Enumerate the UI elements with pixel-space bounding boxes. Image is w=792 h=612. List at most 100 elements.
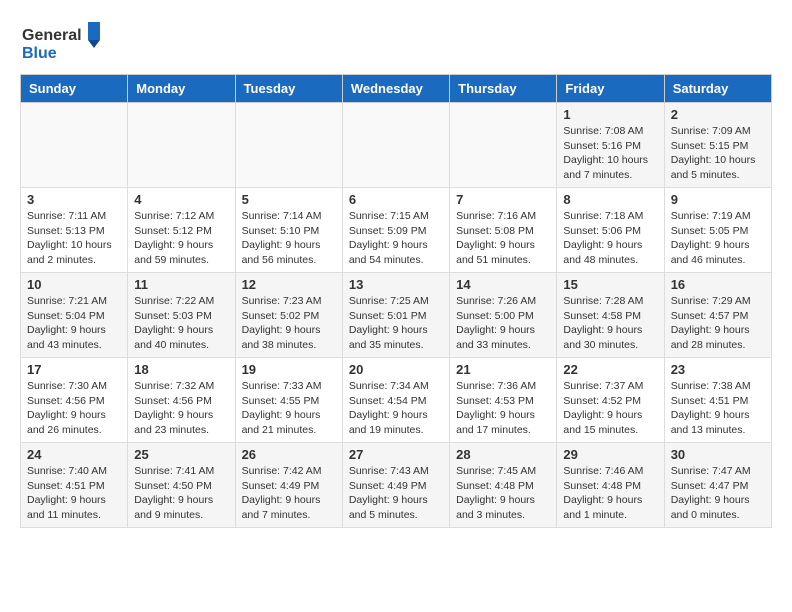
day-number: 29 bbox=[563, 447, 657, 462]
calendar-cell: 16Sunrise: 7:29 AM Sunset: 4:57 PM Dayli… bbox=[664, 273, 771, 358]
calendar-cell: 20Sunrise: 7:34 AM Sunset: 4:54 PM Dayli… bbox=[342, 358, 449, 443]
calendar-cell: 6Sunrise: 7:15 AM Sunset: 5:09 PM Daylig… bbox=[342, 188, 449, 273]
day-number: 12 bbox=[242, 277, 336, 292]
day-number: 11 bbox=[134, 277, 228, 292]
day-info: Sunrise: 7:14 AM Sunset: 5:10 PM Dayligh… bbox=[242, 209, 336, 268]
day-number: 27 bbox=[349, 447, 443, 462]
calendar-cell: 1 Sunrise: 7:08 AM Sunset: 5:16 PM Daylig… bbox=[557, 103, 664, 188]
calendar-cell: 30Sunrise: 7:47 AM Sunset: 4:47 PM Dayli… bbox=[664, 443, 771, 528]
day-info: Sunrise: 7:30 AM Sunset: 4:56 PM Dayligh… bbox=[27, 379, 121, 438]
day-number: 4 bbox=[134, 192, 228, 207]
calendar-cell: 7 Sunrise: 7:16 AM Sunset: 5:08 PM Daylig… bbox=[450, 188, 557, 273]
calendar-cell: 27 Sunrise: 7:43 AM Sunset: 4:49 PM Dayli… bbox=[342, 443, 449, 528]
day-number: 28 bbox=[456, 447, 550, 462]
calendar-cell bbox=[450, 103, 557, 188]
day-number: 5 bbox=[242, 192, 336, 207]
day-info: Sunrise: 7:28 AM Sunset: 4:58 PM Dayligh… bbox=[563, 294, 657, 353]
calendar-cell: 19 Sunrise: 7:33 AM Sunset: 4:55 PM Dayli… bbox=[235, 358, 342, 443]
weekday-header-row: SundayMondayTuesdayWednesdayThursdayFrid… bbox=[21, 75, 772, 103]
svg-text:Blue: Blue bbox=[22, 45, 57, 62]
day-info: Sunrise: 7:12 AM Sunset: 5:12 PM Dayligh… bbox=[134, 209, 228, 268]
calendar-cell: 24 Sunrise: 7:40 AM Sunset: 4:51 PM Dayli… bbox=[21, 443, 128, 528]
day-number: 10 bbox=[27, 277, 121, 292]
weekday-header-friday: Friday bbox=[557, 75, 664, 103]
day-info: Sunrise: 7:41 AM Sunset: 4:50 PM Dayligh… bbox=[134, 464, 228, 523]
calendar-week-row: 3Sunrise: 7:11 AM Sunset: 5:13 PM Daylig… bbox=[21, 188, 772, 273]
day-number: 3 bbox=[27, 192, 121, 207]
day-info: Sunrise: 7:08 AM Sunset: 5:16 PM Dayligh… bbox=[563, 124, 657, 183]
day-info: Sunrise: 7:23 AM Sunset: 5:02 PM Dayligh… bbox=[242, 294, 336, 353]
calendar-cell: 23Sunrise: 7:38 AM Sunset: 4:51 PM Dayli… bbox=[664, 358, 771, 443]
day-info: Sunrise: 7:25 AM Sunset: 5:01 PM Dayligh… bbox=[349, 294, 443, 353]
calendar-cell: 11 Sunrise: 7:22 AM Sunset: 5:03 PM Dayli… bbox=[128, 273, 235, 358]
svg-text:General: General bbox=[22, 27, 82, 44]
calendar-cell: 21Sunrise: 7:36 AM Sunset: 4:53 PM Dayli… bbox=[450, 358, 557, 443]
calendar-cell: 8Sunrise: 7:18 AM Sunset: 5:06 PM Daylig… bbox=[557, 188, 664, 273]
calendar-table: SundayMondayTuesdayWednesdayThursdayFrid… bbox=[20, 74, 772, 528]
day-number: 7 bbox=[456, 192, 550, 207]
day-info: Sunrise: 7:19 AM Sunset: 5:05 PM Dayligh… bbox=[671, 209, 765, 268]
day-number: 9 bbox=[671, 192, 765, 207]
calendar-cell bbox=[235, 103, 342, 188]
calendar-cell: 18 Sunrise: 7:32 AM Sunset: 4:56 PM Dayli… bbox=[128, 358, 235, 443]
calendar-cell: 14 Sunrise: 7:26 AM Sunset: 5:00 PM Dayli… bbox=[450, 273, 557, 358]
weekday-header-tuesday: Tuesday bbox=[235, 75, 342, 103]
day-info: Sunrise: 7:40 AM Sunset: 4:51 PM Dayligh… bbox=[27, 464, 121, 523]
calendar-cell: 5 Sunrise: 7:14 AM Sunset: 5:10 PM Daylig… bbox=[235, 188, 342, 273]
day-info: Sunrise: 7:34 AM Sunset: 4:54 PM Dayligh… bbox=[349, 379, 443, 438]
calendar-cell: 12 Sunrise: 7:23 AM Sunset: 5:02 PM Dayli… bbox=[235, 273, 342, 358]
calendar-week-row: 10 Sunrise: 7:21 AM Sunset: 5:04 PM Dayli… bbox=[21, 273, 772, 358]
day-number: 22 bbox=[563, 362, 657, 377]
day-number: 26 bbox=[242, 447, 336, 462]
day-info: Sunrise: 7:29 AM Sunset: 4:57 PM Dayligh… bbox=[671, 294, 765, 353]
calendar-cell: 9 Sunrise: 7:19 AM Sunset: 5:05 PM Daylig… bbox=[664, 188, 771, 273]
day-info: Sunrise: 7:16 AM Sunset: 5:08 PM Dayligh… bbox=[456, 209, 550, 268]
day-number: 6 bbox=[349, 192, 443, 207]
calendar-cell: 15 Sunrise: 7:28 AM Sunset: 4:58 PM Dayli… bbox=[557, 273, 664, 358]
calendar-cell: 25 Sunrise: 7:41 AM Sunset: 4:50 PM Dayli… bbox=[128, 443, 235, 528]
day-number: 17 bbox=[27, 362, 121, 377]
day-number: 8 bbox=[563, 192, 657, 207]
day-info: Sunrise: 7:09 AM Sunset: 5:15 PM Dayligh… bbox=[671, 124, 765, 183]
day-info: Sunrise: 7:32 AM Sunset: 4:56 PM Dayligh… bbox=[134, 379, 228, 438]
day-info: Sunrise: 7:46 AM Sunset: 4:48 PM Dayligh… bbox=[563, 464, 657, 523]
logo-svg: GeneralBlue bbox=[20, 20, 110, 64]
day-info: Sunrise: 7:21 AM Sunset: 5:04 PM Dayligh… bbox=[27, 294, 121, 353]
day-info: Sunrise: 7:42 AM Sunset: 4:49 PM Dayligh… bbox=[242, 464, 336, 523]
weekday-header-saturday: Saturday bbox=[664, 75, 771, 103]
day-info: Sunrise: 7:47 AM Sunset: 4:47 PM Dayligh… bbox=[671, 464, 765, 523]
calendar-week-row: 17 Sunrise: 7:30 AM Sunset: 4:56 PM Dayli… bbox=[21, 358, 772, 443]
calendar-cell: 13Sunrise: 7:25 AM Sunset: 5:01 PM Dayli… bbox=[342, 273, 449, 358]
calendar-cell: 10 Sunrise: 7:21 AM Sunset: 5:04 PM Dayli… bbox=[21, 273, 128, 358]
calendar-cell bbox=[21, 103, 128, 188]
weekday-header-thursday: Thursday bbox=[450, 75, 557, 103]
day-number: 21 bbox=[456, 362, 550, 377]
calendar-cell: 17 Sunrise: 7:30 AM Sunset: 4:56 PM Dayli… bbox=[21, 358, 128, 443]
day-info: Sunrise: 7:38 AM Sunset: 4:51 PM Dayligh… bbox=[671, 379, 765, 438]
calendar-cell: 2Sunrise: 7:09 AM Sunset: 5:15 PM Daylig… bbox=[664, 103, 771, 188]
day-number: 25 bbox=[134, 447, 228, 462]
day-number: 14 bbox=[456, 277, 550, 292]
day-info: Sunrise: 7:22 AM Sunset: 5:03 PM Dayligh… bbox=[134, 294, 228, 353]
day-info: Sunrise: 7:26 AM Sunset: 5:00 PM Dayligh… bbox=[456, 294, 550, 353]
calendar-cell: 26 Sunrise: 7:42 AM Sunset: 4:49 PM Dayli… bbox=[235, 443, 342, 528]
calendar-cell: 22Sunrise: 7:37 AM Sunset: 4:52 PM Dayli… bbox=[557, 358, 664, 443]
day-number: 19 bbox=[242, 362, 336, 377]
day-info: Sunrise: 7:33 AM Sunset: 4:55 PM Dayligh… bbox=[242, 379, 336, 438]
calendar-cell: 29 Sunrise: 7:46 AM Sunset: 4:48 PM Dayli… bbox=[557, 443, 664, 528]
calendar-cell: 28 Sunrise: 7:45 AM Sunset: 4:48 PM Dayli… bbox=[450, 443, 557, 528]
day-number: 24 bbox=[27, 447, 121, 462]
weekday-header-monday: Monday bbox=[128, 75, 235, 103]
calendar-week-row: 1 Sunrise: 7:08 AM Sunset: 5:16 PM Daylig… bbox=[21, 103, 772, 188]
weekday-header-wednesday: Wednesday bbox=[342, 75, 449, 103]
day-number: 18 bbox=[134, 362, 228, 377]
day-info: Sunrise: 7:45 AM Sunset: 4:48 PM Dayligh… bbox=[456, 464, 550, 523]
logo: GeneralBlue bbox=[20, 20, 110, 64]
day-number: 1 bbox=[563, 107, 657, 122]
calendar-cell bbox=[128, 103, 235, 188]
calendar-cell: 3Sunrise: 7:11 AM Sunset: 5:13 PM Daylig… bbox=[21, 188, 128, 273]
day-number: 15 bbox=[563, 277, 657, 292]
calendar-week-row: 24 Sunrise: 7:40 AM Sunset: 4:51 PM Dayli… bbox=[21, 443, 772, 528]
day-info: Sunrise: 7:43 AM Sunset: 4:49 PM Dayligh… bbox=[349, 464, 443, 523]
calendar-cell: 4 Sunrise: 7:12 AM Sunset: 5:12 PM Daylig… bbox=[128, 188, 235, 273]
